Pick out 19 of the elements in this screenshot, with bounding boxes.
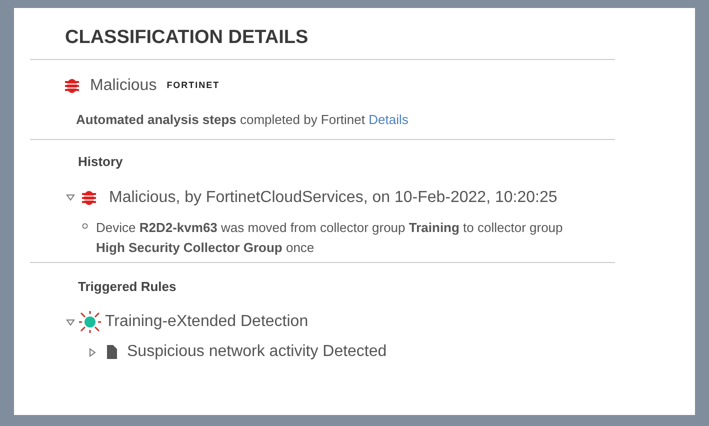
caret-icon[interactable] <box>66 193 75 202</box>
bug-icon <box>81 188 97 206</box>
details-link[interactable]: Details <box>368 112 408 126</box>
bullet-icon <box>82 222 88 228</box>
rule-name: Training-eXtended Detection <box>105 312 308 332</box>
vendor-logo: FORTINET <box>166 78 220 92</box>
analysis-summary: Automated analysis steps completed by Fortinet <box>76 112 366 126</box>
verdict-label: Malicious <box>90 76 157 96</box>
virus-icon <box>79 311 101 333</box>
history-detail: Device R2D2-kvm63 was moved from collector group Training to collector group High Security Collector Group once <box>96 218 564 257</box>
section-heading: History <box>78 153 124 171</box>
panel-title: CLASSIFICATION DETAILS <box>65 26 310 50</box>
section-heading: Triggered Rules <box>78 278 178 296</box>
caret-icon[interactable] <box>66 318 75 326</box>
rule-item: Suspicious network activity Detected <box>127 342 387 362</box>
caret-icon[interactable] <box>88 348 97 356</box>
history-entry: Malicious, by FortinetCloudServices, on 10-Feb-2022, 10:20:25 <box>109 188 558 208</box>
bug-icon <box>64 76 80 94</box>
document-icon <box>107 345 117 359</box>
